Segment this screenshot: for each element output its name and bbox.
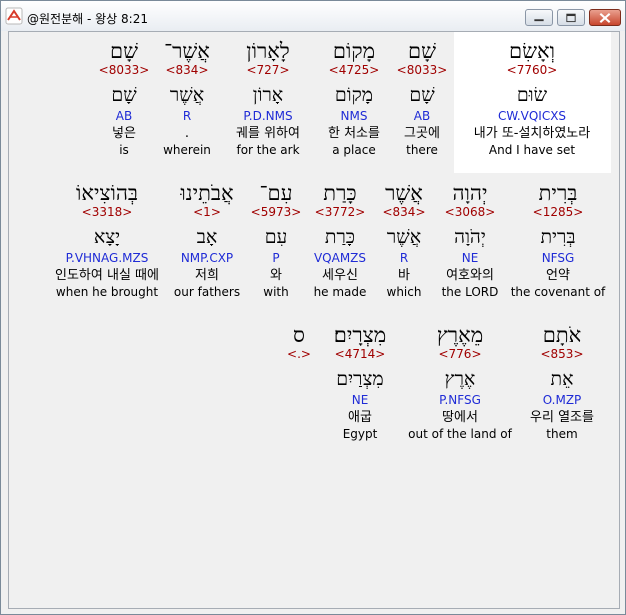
english-gloss: is xyxy=(119,143,129,157)
hebrew-word: שָׁם xyxy=(110,39,138,63)
hebrew-word: וְאָשִׂם xyxy=(509,39,555,63)
word-cell[interactable]: שָׁם <8033> שָׁם AB 넣은 is xyxy=(64,39,184,157)
close-icon xyxy=(599,12,611,23)
app-logo-icon xyxy=(5,7,23,25)
korean-gloss: 인도하여 내실 때에 xyxy=(55,268,159,283)
word-cell[interactable]: אֹתָם <853> אֵת O.MZP 우리 열조를 them xyxy=(502,323,622,441)
english-gloss: them xyxy=(546,427,578,441)
word-cell[interactable]: וְאָשִׂם <7760> שׂוּם CW.VQICXS 내가 또-설치하… xyxy=(472,39,592,157)
morphology-code: P.VHNAG.MZS xyxy=(65,251,149,265)
english-gloss: And I have set xyxy=(488,143,576,157)
korean-gloss: 애굽 xyxy=(348,410,372,425)
hebrew-word: ס xyxy=(293,323,305,347)
close-button[interactable] xyxy=(589,9,621,26)
word-cell[interactable]: בְּהוֹצִיאוֹ <3318> יָצָא P.VHNAG.MZS 인도… xyxy=(37,181,177,299)
english-gloss: Egypt xyxy=(342,427,378,441)
morphology-code: O.MZP xyxy=(542,393,582,407)
maximize-button[interactable] xyxy=(557,9,585,26)
minimize-button[interactable] xyxy=(525,9,553,26)
word-cell[interactable]: ס <.> xyxy=(264,323,334,361)
hebrew-root: מִצְרַיִם xyxy=(336,368,384,390)
title-bar[interactable]: @원전분해 - 왕상 8:21 xyxy=(1,1,625,31)
morphology-code: NE xyxy=(351,393,369,407)
english-gloss: when he brought xyxy=(55,285,159,299)
morphology-code: AB xyxy=(115,109,133,123)
morphology-code: CW.VQICXS xyxy=(497,109,567,123)
strong-number[interactable]: <3318> xyxy=(37,205,177,219)
minimize-icon xyxy=(534,19,544,22)
korean-gloss: 우리 열조를 xyxy=(530,410,594,425)
hebrew-word: בְּהוֹצִיאוֹ xyxy=(75,181,139,205)
hebrew-root: שׂוּם xyxy=(516,84,548,106)
hebrew-root: אֵת xyxy=(550,368,574,390)
strong-number[interactable]: <.> xyxy=(264,347,334,361)
hebrew-word: אֹתָם xyxy=(542,323,582,347)
strong-number[interactable]: <853> xyxy=(502,347,622,361)
strong-number[interactable]: <8033> xyxy=(64,63,184,77)
hebrew-root: יָצָא xyxy=(93,226,121,248)
window-title: @원전분해 - 왕상 8:21 xyxy=(27,12,148,26)
maximize-icon xyxy=(566,13,576,23)
korean-gloss: 내가 또-설치하였노라 xyxy=(473,126,591,141)
app-window: @원전분해 - 왕상 8:21 וְאָשִׂם <7760> שׂוּם CW… xyxy=(0,0,626,615)
korean-gloss: 넣은 xyxy=(112,126,136,141)
hebrew-root: שָׁם xyxy=(111,84,137,106)
strong-number[interactable]: <7760> xyxy=(472,63,592,77)
